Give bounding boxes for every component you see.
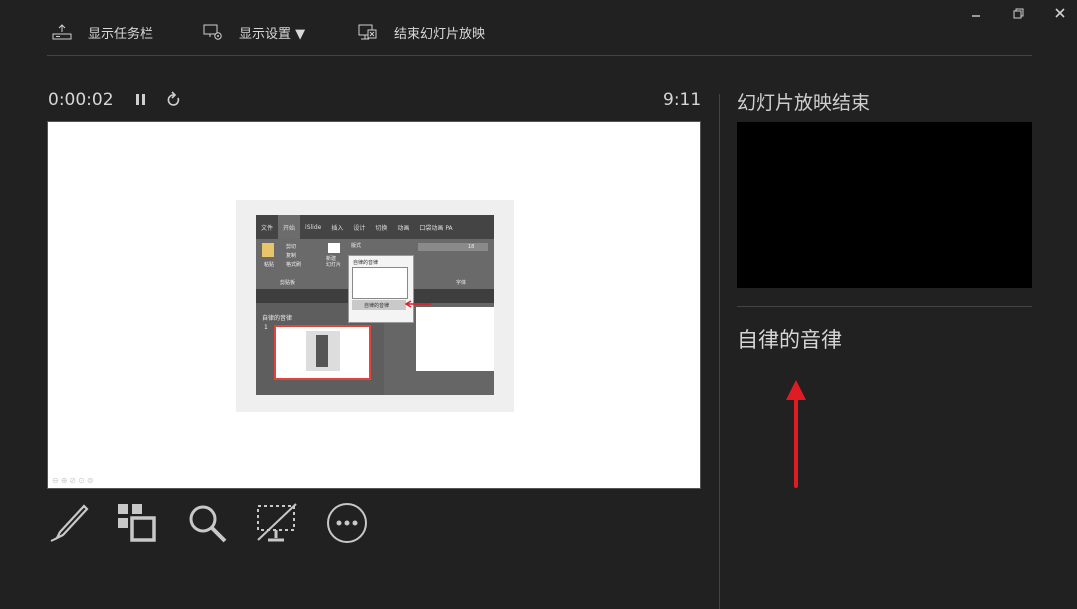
current-slide[interactable]: 文件 开始 iSlide 插入 设计 切换 动画 口袋动画 PA 粘贴 剪切 复… xyxy=(47,121,701,489)
thumbnail-figure xyxy=(316,335,328,367)
slide-mini-toolbar: ⊖⊕⊘⊙⊚ xyxy=(52,476,96,485)
display-settings-label: 显示设置 ▼ xyxy=(239,26,306,42)
elapsed-timer: 0:00:02 xyxy=(48,90,114,110)
popup-preview xyxy=(352,267,408,299)
thumbnail-image xyxy=(306,331,340,371)
restart-icon xyxy=(167,91,180,106)
popup-title: 自律的音律 xyxy=(353,260,379,266)
zoom-icon xyxy=(189,505,227,543)
speaker-notes[interactable]: 自律的音律 xyxy=(737,324,842,354)
popup-item-label: 自律的音律 xyxy=(364,303,390,309)
restore-icon xyxy=(1013,8,1023,18)
close-icon xyxy=(1055,8,1065,18)
ribbon-tab: 切换 xyxy=(375,224,388,232)
clipboard-group-label: 剪贴板 xyxy=(280,280,296,286)
end-slideshow-label: 结束幻灯片放映 xyxy=(394,26,486,42)
annotation-arrow-icon xyxy=(404,300,431,308)
slide-thumbnail xyxy=(274,325,371,380)
new-slide-icon xyxy=(328,243,340,253)
ribbon-tab: 动画 xyxy=(397,224,410,232)
show-taskbar-button[interactable]: 显示任务栏 xyxy=(52,20,153,44)
slide-screenshot-frame: 文件 开始 iSlide 插入 设计 切换 动画 口袋动画 PA 粘贴 剪切 复… xyxy=(236,200,514,412)
close-button[interactable] xyxy=(1050,4,1070,22)
ribbon-tabs: 文件 开始 iSlide 插入 设计 切换 动画 口袋动画 PA xyxy=(256,215,494,239)
red-arrow-annotation-icon xyxy=(786,380,806,488)
font-name-box xyxy=(418,243,488,251)
show-taskbar-label: 显示任务栏 xyxy=(88,26,154,42)
layout-popup: 自律的音律 自律的音律 xyxy=(348,255,431,323)
see-all-slides-button[interactable] xyxy=(116,502,158,544)
toolbar-divider xyxy=(47,55,1032,56)
end-slideshow-icon xyxy=(358,24,377,40)
next-slide-title: 幻灯片放映结束 xyxy=(737,92,871,114)
restore-button[interactable] xyxy=(1008,4,1028,22)
cut-label: 剪切 xyxy=(286,244,297,250)
more-options-button[interactable] xyxy=(326,502,368,544)
editor-canvas xyxy=(416,307,494,371)
slide-screenshot: 文件 开始 iSlide 插入 设计 切换 动画 口袋动画 PA 粘贴 剪切 复… xyxy=(256,215,494,395)
ribbon-tab: iSlide xyxy=(305,223,322,231)
next-slide-preview[interactable] xyxy=(737,122,1032,288)
ribbon-tab: 文件 xyxy=(261,224,274,232)
font-size-value: 18 xyxy=(468,244,475,250)
ribbon-tab-active: 开始 xyxy=(278,215,301,239)
paste-icon xyxy=(262,243,274,257)
black-screen-icon xyxy=(257,503,297,542)
taskbar-icon xyxy=(52,24,72,40)
more-options-icon xyxy=(327,503,367,543)
format-painter-label: 格式刷 xyxy=(286,262,302,268)
ribbon-tab: 口袋动画 PA xyxy=(419,224,453,232)
end-slideshow-button[interactable]: 结束幻灯片放映 xyxy=(358,20,485,44)
black-screen-button[interactable] xyxy=(256,502,298,544)
notes-divider xyxy=(737,306,1032,307)
ribbon-tab: 插入 xyxy=(331,224,344,232)
pen-icon xyxy=(50,504,89,542)
font-group-label: 字体 xyxy=(456,280,467,286)
minimize-icon xyxy=(972,15,980,17)
pause-timer-button[interactable] xyxy=(133,90,149,110)
section-label: 自律的音律 xyxy=(262,315,293,322)
pen-tool-button[interactable] xyxy=(48,502,90,544)
clock: 9:11 xyxy=(663,90,702,110)
copy-label: 复制 xyxy=(286,253,297,259)
minimize-button[interactable] xyxy=(966,4,986,22)
see-all-slides-icon xyxy=(118,504,156,542)
paste-label: 粘贴 xyxy=(264,262,275,268)
popup-item: 自律的音律 xyxy=(352,300,406,310)
new-slide-label: 新建 幻灯片 xyxy=(326,256,342,268)
pause-icon xyxy=(136,94,145,105)
layout-label: 版式 xyxy=(351,243,362,249)
panel-divider[interactable] xyxy=(719,94,720,609)
display-settings-button[interactable]: 显示设置 ▼ xyxy=(203,20,305,44)
slide-number: 1 xyxy=(264,324,268,331)
display-settings-icon xyxy=(203,24,222,40)
restart-timer-button[interactable] xyxy=(166,90,182,110)
ribbon-tab: 设计 xyxy=(353,224,366,232)
zoom-button[interactable] xyxy=(186,502,228,544)
